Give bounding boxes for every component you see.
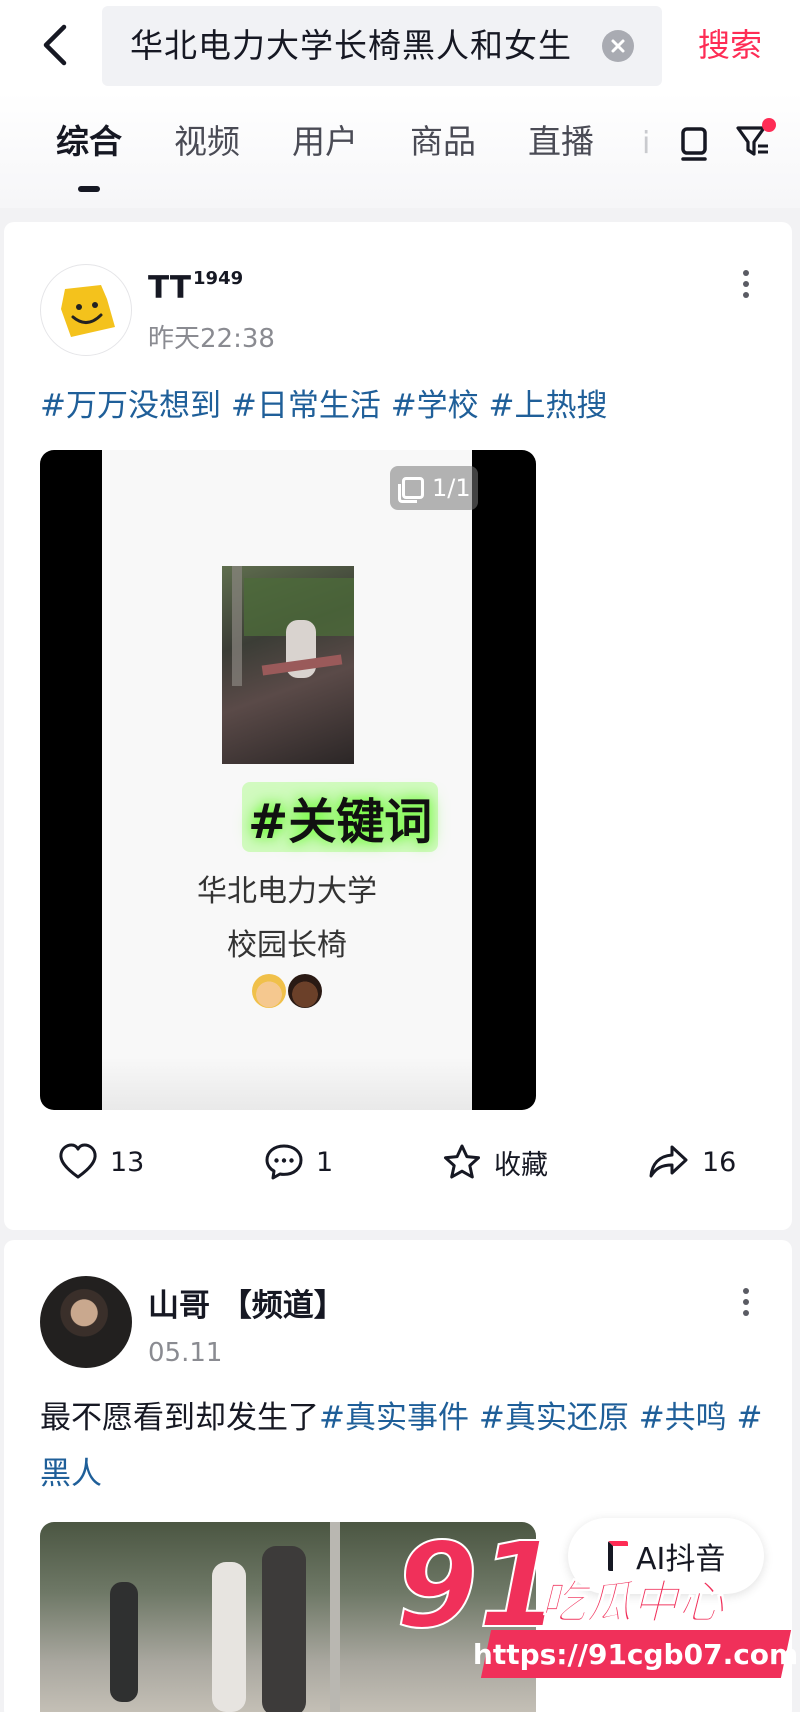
- comment-button[interactable]: 1: [264, 1140, 333, 1184]
- back-arrow-icon[interactable]: [28, 18, 82, 72]
- tab-live[interactable]: 直播: [528, 122, 594, 162]
- username[interactable]: TT 1949: [148, 268, 243, 306]
- overlay-keyword: #关键词: [242, 782, 439, 852]
- username-text[interactable]: TT: [148, 270, 191, 306]
- image-canvas: #关键词 华北电力大学 校园长椅: [102, 450, 472, 1110]
- blonde-person-emoji: [252, 974, 286, 1008]
- post-text-segment: [479, 388, 489, 424]
- tab-users[interactable]: 用户: [292, 122, 358, 162]
- post-text-segment: [221, 388, 231, 424]
- username[interactable]: 山哥 【频道】: [148, 1280, 345, 1325]
- tab-video[interactable]: 视频: [174, 122, 240, 162]
- avatar[interactable]: [40, 264, 132, 356]
- comment-count: 1: [316, 1146, 334, 1178]
- like-button[interactable]: 13: [58, 1140, 144, 1184]
- hashtag-link[interactable]: #学校: [391, 388, 479, 424]
- username-suffix: 1949: [193, 268, 244, 289]
- like-count: 13: [110, 1146, 145, 1178]
- post-card: 山哥 【频道】 05.11 最不愿看到却发生了#真实事件 #真实还原 #共鸣 #…: [4, 1240, 792, 1712]
- tab-products[interactable]: 商品: [410, 122, 476, 162]
- douyin-logo-icon: [608, 1541, 628, 1571]
- emoji-row: [252, 974, 332, 1014]
- search-query[interactable]: 华北电力大学长椅黑人和女生: [130, 28, 572, 64]
- more-icon[interactable]: [730, 264, 762, 304]
- dark-skin-person-emoji: [288, 974, 322, 1008]
- page-indicator: 1/1: [390, 466, 478, 510]
- favorite-label: 收藏: [494, 1149, 548, 1181]
- images-icon: [398, 477, 424, 503]
- active-tab-indicator: [78, 186, 100, 192]
- hashtag-link[interactable]: #真实还原: [479, 1400, 629, 1436]
- overlay-text-line: 校园长椅: [227, 928, 347, 963]
- share-button[interactable]: 16: [648, 1140, 736, 1184]
- hashtag-link[interactable]: #万万没想到: [40, 388, 221, 424]
- tablet-icon[interactable]: [672, 120, 716, 166]
- heart-icon: [59, 1143, 97, 1179]
- overlay-text-line: 华北电力大学: [197, 874, 377, 909]
- filter-icon[interactable]: [734, 118, 778, 166]
- more-icon[interactable]: [730, 1282, 762, 1322]
- post-card: TT 1949 昨天22:38 #万万没想到 #日常生活 #学校 #上热搜 #关键…: [4, 222, 792, 1230]
- comment-icon: [265, 1144, 303, 1180]
- post-text-segment: [727, 1400, 737, 1436]
- hashtag-link[interactable]: #真实事件: [319, 1400, 469, 1436]
- notification-dot: [762, 118, 776, 132]
- post-time: 05.11: [148, 1338, 223, 1368]
- share-icon: [649, 1145, 688, 1178]
- hashtag-link[interactable]: #共鸣: [639, 1400, 727, 1436]
- post-text-segment: [381, 388, 391, 424]
- post-time: 昨天22:38: [148, 324, 275, 354]
- video-thumbnail: [222, 566, 354, 764]
- video-figure: [262, 1546, 306, 1712]
- post-image[interactable]: #关键词 华北电力大学 校园长椅 1/1: [40, 450, 536, 1110]
- search-input[interactable]: 华北电力大学长椅黑人和女生: [102, 6, 662, 86]
- video-figure: [212, 1562, 246, 1712]
- post-video[interactable]: [40, 1522, 536, 1712]
- post-text-segment: [629, 1400, 639, 1436]
- hashtag-link[interactable]: #日常生活: [231, 388, 381, 424]
- action-bar: 13 1 收藏 16: [4, 1132, 792, 1192]
- share-count: 16: [702, 1146, 737, 1178]
- page-indicator-text: 1/1: [432, 474, 471, 502]
- tab-comprehensive[interactable]: 综合: [56, 122, 122, 162]
- avatar[interactable]: [40, 1276, 132, 1368]
- post-text-segment: [469, 1400, 479, 1436]
- post-text: 最不愿看到却发生了#真实事件 #真实还原 #共鸣 #黑人: [40, 1390, 770, 1502]
- post-text: #万万没想到 #日常生活 #学校 #上热搜: [40, 378, 770, 434]
- ai-douyin-label: AI抖音: [636, 1542, 726, 1577]
- post-text-segment: 最不愿看到却发生了: [40, 1400, 319, 1436]
- ai-douyin-button[interactable]: AI抖音: [568, 1518, 764, 1594]
- search-header: 华北电力大学长椅黑人和女生 搜索: [0, 0, 800, 92]
- tab-overflow-fade: i: [642, 126, 651, 161]
- search-button[interactable]: 搜索: [698, 26, 762, 64]
- star-icon: [444, 1144, 480, 1179]
- clear-icon[interactable]: [602, 30, 634, 62]
- favorite-button[interactable]: 收藏: [442, 1140, 548, 1184]
- video-figure: [110, 1582, 138, 1702]
- tab-bar: 综合 视频 用户 商品 直播 i: [0, 92, 800, 208]
- video-pole: [330, 1522, 340, 1712]
- hashtag-link[interactable]: #上热搜: [489, 388, 608, 424]
